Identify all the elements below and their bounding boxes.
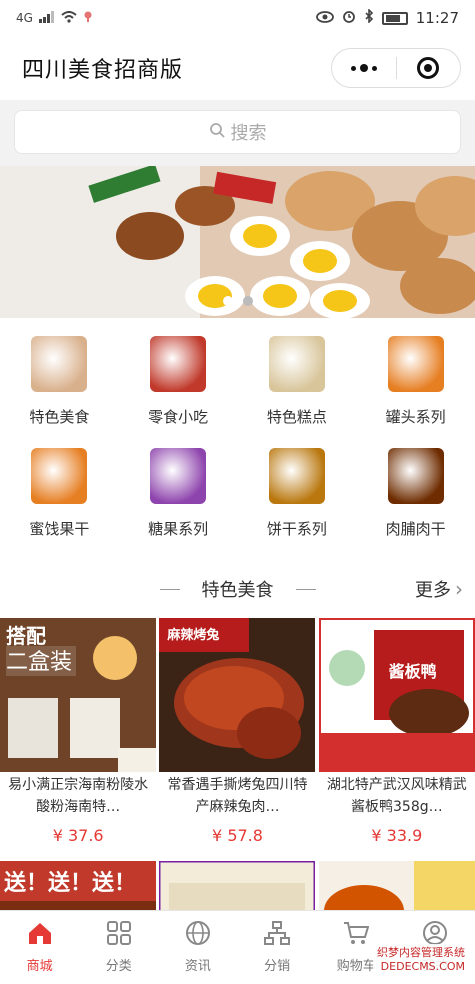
category-label: 糖果系列 (148, 520, 209, 538)
tab-label: 分销 (264, 959, 291, 974)
product-card[interactable]: 酱板鸭 湖北特产武汉风味精武酱板鸭358g… ¥ 33.9 (318, 618, 475, 855)
category-image (387, 448, 444, 504)
location-icon (83, 9, 93, 27)
product-price: ¥ 37.6 (52, 826, 104, 845)
clock-time: 11:27 (415, 9, 459, 27)
battery-icon (381, 11, 408, 25)
tab-label: 分类 (105, 959, 132, 974)
search-input[interactable]: 搜索 (14, 110, 461, 154)
category-item[interactable]: 肉脯肉干 (356, 442, 475, 554)
category-item[interactable]: 蜜饯果干 (0, 442, 119, 554)
category-image (31, 336, 88, 392)
status-right: 11:27 (315, 8, 459, 27)
category-image (268, 336, 325, 392)
promo-sub: 二盒装 (6, 650, 73, 675)
target-icon (417, 57, 440, 79)
promo-badge: 麻辣烤兔 (167, 628, 220, 643)
tab-2[interactable]: 资讯 (158, 911, 237, 984)
nav-bar: 四川美食招商版 (0, 36, 475, 100)
category-item[interactable]: 罐头系列 (356, 330, 475, 442)
tab-label: 商城 (26, 959, 53, 974)
more-menu-button[interactable] (332, 49, 396, 87)
product-card[interactable]: 麻辣烤兔 常香遇手撕烤兔四川特产麻辣兔肉… ¥ 57.8 (159, 618, 316, 855)
product-name: 湖北特产武汉风味精武酱板鸭358g… (326, 777, 467, 815)
network-label: 4G (16, 11, 33, 25)
product-name: 易小满正宗海南粉陵水酸粉海南特… (8, 777, 149, 815)
grid-icon (106, 921, 132, 949)
category-label: 特色美食 (29, 408, 90, 426)
category-image (150, 448, 207, 504)
home-icon (27, 921, 53, 949)
page-title: 四川美食招商版 (22, 58, 184, 83)
watermark: 织梦内容管理系统 DEDECMS.COM (373, 944, 469, 976)
product-price: ¥ 33.9 (371, 826, 423, 845)
tab-label: 购物车 (336, 959, 376, 974)
banner-carousel[interactable] (0, 166, 475, 318)
network-icon (264, 921, 291, 949)
search-area: 搜索 (0, 100, 475, 166)
product-image: 麻辣烤兔 (159, 618, 316, 772)
close-miniprogram-button[interactable] (397, 49, 461, 87)
section-title: 特色美食 (201, 580, 274, 601)
tab-1[interactable]: 分类 (79, 911, 158, 984)
category-label: 罐头系列 (385, 408, 446, 426)
section-header: 特色美食 更多 › (0, 560, 475, 618)
tab-3[interactable]: 分销 (237, 911, 316, 984)
product-image: 酱板鸭 (318, 618, 475, 772)
product-price: ¥ 57.8 (212, 826, 263, 845)
category-image (31, 448, 88, 504)
more-link[interactable]: 更多 › (415, 576, 463, 602)
category-image (150, 336, 207, 392)
chevron-right-icon: › (455, 577, 463, 601)
watermark-line2: DEDECMS.COM (380, 960, 465, 973)
category-image (387, 336, 444, 392)
category-label: 特色糕点 (266, 408, 327, 426)
globe-icon (185, 921, 211, 949)
category-image (268, 448, 325, 504)
product-grid: 搭配 二盒装 易小满正宗海南粉陵水酸粉海南特… ¥ 37.6 麻辣烤兔 常香遇手… (0, 618, 475, 855)
category-item[interactable]: 饼干系列 (238, 442, 357, 554)
miniprogram-capsule (331, 48, 461, 88)
carousel-dot[interactable] (242, 296, 253, 306)
more-label: 更多 (415, 580, 451, 601)
cart-icon (343, 921, 370, 949)
eye-icon (315, 9, 334, 27)
status-left: 4G (16, 9, 93, 27)
more-dots-icon (350, 64, 377, 72)
category-label: 肉脯肉干 (385, 520, 446, 538)
promo-badge: 送！送！送！ (4, 871, 137, 896)
category-item[interactable]: 零食小吃 (119, 330, 238, 442)
status-bar: 4G 11:27 (0, 0, 475, 36)
tab-0[interactable]: 商城 (0, 911, 79, 984)
carousel-dot[interactable] (222, 296, 233, 306)
category-label: 蜜饯果干 (29, 520, 90, 538)
category-item[interactable]: 特色美食 (0, 330, 119, 442)
bluetooth-icon (364, 8, 374, 27)
watermark-line1: 织梦内容管理系统 (377, 946, 465, 959)
search-placeholder: 搜索 (230, 123, 267, 144)
wifi-icon (61, 9, 77, 27)
product-name: 常香遇手撕烤兔四川特产麻辣兔肉… (167, 777, 308, 815)
divider-line (159, 588, 180, 590)
search-icon (209, 122, 225, 143)
signal-icon (38, 9, 55, 27)
carousel-indicator (222, 296, 253, 306)
category-item[interactable]: 特色糕点 (238, 330, 357, 442)
product-card[interactable]: 搭配 二盒装 易小满正宗海南粉陵水酸粉海南特… ¥ 37.6 (0, 618, 157, 855)
category-grid: 特色美食 零食小吃 特色糕点 罐头系列蜜饯果干 糖果系列 饼干系列 肉脯肉干 (0, 318, 475, 560)
category-label: 零食小吃 (148, 408, 209, 426)
divider-line (295, 588, 316, 590)
product-image: 搭配 二盒装 (0, 618, 156, 772)
category-label: 饼干系列 (266, 520, 327, 538)
category-item[interactable]: 糖果系列 (119, 442, 238, 554)
promo-badge: 酱板鸭 (388, 662, 437, 681)
tab-label: 资讯 (184, 959, 211, 974)
alarm-icon (342, 9, 356, 27)
